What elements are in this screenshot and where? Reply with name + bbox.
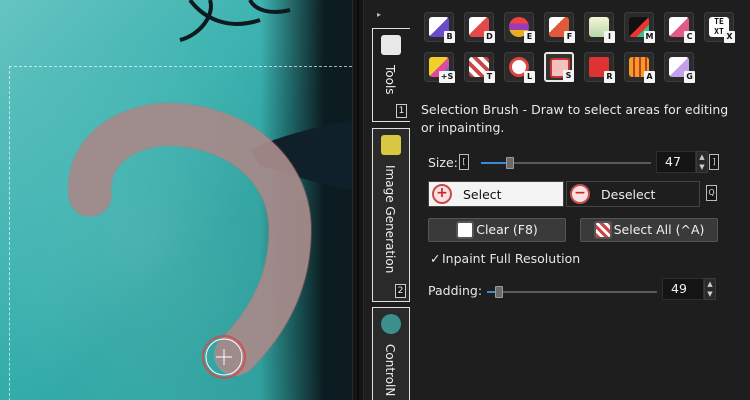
tool-fill[interactable]: F xyxy=(544,12,575,43)
tool-transform[interactable]: T xyxy=(464,52,495,83)
tab-image-generation[interactable]: Image Generation 2 xyxy=(372,128,410,302)
minus-circle-icon: − xyxy=(570,184,590,204)
tool-lasso[interactable]: L xyxy=(504,52,535,83)
tab-controlnet[interactable]: ControlN xyxy=(372,307,410,400)
tool-key: F xyxy=(564,31,575,43)
tool-description: Selection Brush - Draw to select areas f… xyxy=(421,102,729,135)
deselect-mode-button[interactable]: − Deselect xyxy=(566,181,700,207)
select-mode-button[interactable]: + Select xyxy=(428,181,564,207)
padding-spin-arrows[interactable]: ▲ ▼ xyxy=(704,278,716,300)
padding-label: Padding: xyxy=(428,283,483,298)
checkmark-icon: ✓ xyxy=(430,251,441,266)
image-canvas[interactable] xyxy=(0,0,352,400)
padding-slider-handle[interactable] xyxy=(495,286,503,298)
tool-draw[interactable]: D xyxy=(464,12,495,43)
tool-rect-select[interactable]: R xyxy=(584,52,615,83)
deselect-key: Q xyxy=(706,185,717,201)
tool-key: A xyxy=(644,71,655,83)
tab-image-generation-label: Image Generation xyxy=(383,165,397,274)
select-all-icon xyxy=(593,220,612,239)
inpaint-full-resolution-label: Inpaint Full Resolution xyxy=(442,251,581,266)
tool-generation-area[interactable]: A xyxy=(624,52,655,83)
size-increase-key: ] xyxy=(709,154,719,170)
inpaint-full-resolution-checkbox[interactable]: ✓ Inpaint Full Resolution xyxy=(430,251,580,266)
size-label: Size: xyxy=(428,155,458,170)
tool-key: R xyxy=(604,71,615,83)
tool-key: E xyxy=(524,31,535,43)
tab-tools-label: Tools xyxy=(383,65,397,95)
tool-key: G xyxy=(684,71,695,83)
plus-circle-icon: + xyxy=(432,184,452,204)
tool-shape-select[interactable]: G xyxy=(664,52,695,83)
tool-eyedropper[interactable]: C xyxy=(664,12,695,43)
tool-layer-shapes[interactable]: +S xyxy=(424,52,455,83)
splitter-grip[interactable] xyxy=(357,0,359,400)
tool-key: D xyxy=(484,31,495,43)
tab-tools[interactable]: Tools 1 xyxy=(372,28,410,122)
tool-smudge[interactable]: M xyxy=(624,12,655,43)
select-all-button[interactable]: Select All (^A) xyxy=(580,218,718,242)
tool-key: C xyxy=(684,31,695,43)
size-decrease-key: [ xyxy=(459,154,469,170)
tab-image-generation-key: 2 xyxy=(395,284,406,298)
size-slider-handle[interactable] xyxy=(506,157,514,169)
deselect-mode-label: Deselect xyxy=(601,187,656,202)
tool-key: T xyxy=(484,71,495,83)
tool-key: I xyxy=(604,31,615,43)
select-all-button-label: Select All (^A) xyxy=(613,222,705,237)
tab-tools-key: 1 xyxy=(396,104,407,118)
tool-brush[interactable]: B xyxy=(424,12,455,43)
tool-eraser[interactable]: E xyxy=(504,12,535,43)
tools-icon xyxy=(381,35,401,55)
tool-selection-brush[interactable]: S xyxy=(544,52,574,82)
panel-splitter[interactable] xyxy=(352,0,364,400)
tool-filter[interactable]: I xyxy=(584,12,615,43)
clear-selection-icon xyxy=(456,220,475,239)
sparkle-icon xyxy=(381,135,401,155)
clear-button[interactable]: Clear (F8) xyxy=(428,218,566,242)
tool-key: X xyxy=(724,31,735,43)
tool-key: L xyxy=(524,71,535,83)
tool-key: M xyxy=(644,31,655,43)
size-spin-arrows[interactable]: ▲ ▼ xyxy=(696,151,708,173)
tool-key: B xyxy=(444,31,455,43)
controlnet-icon xyxy=(381,314,401,334)
padding-spinbox[interactable]: 49 xyxy=(662,278,704,300)
size-spinbox[interactable]: 47 xyxy=(656,151,696,173)
tab-controlnet-label: ControlN xyxy=(383,344,397,397)
padding-slider-track[interactable] xyxy=(487,291,657,293)
tool-key: +S xyxy=(439,71,455,83)
tool-key: S xyxy=(563,70,574,82)
tree-branch xyxy=(179,0,291,42)
image-bounds xyxy=(9,66,352,400)
tool-text[interactable]: TE XT X xyxy=(704,12,735,43)
collapse-arrow-icon[interactable]: ▸ xyxy=(377,10,381,19)
clear-button-label: Clear (F8) xyxy=(476,222,538,237)
select-mode-label: Select xyxy=(463,187,502,202)
